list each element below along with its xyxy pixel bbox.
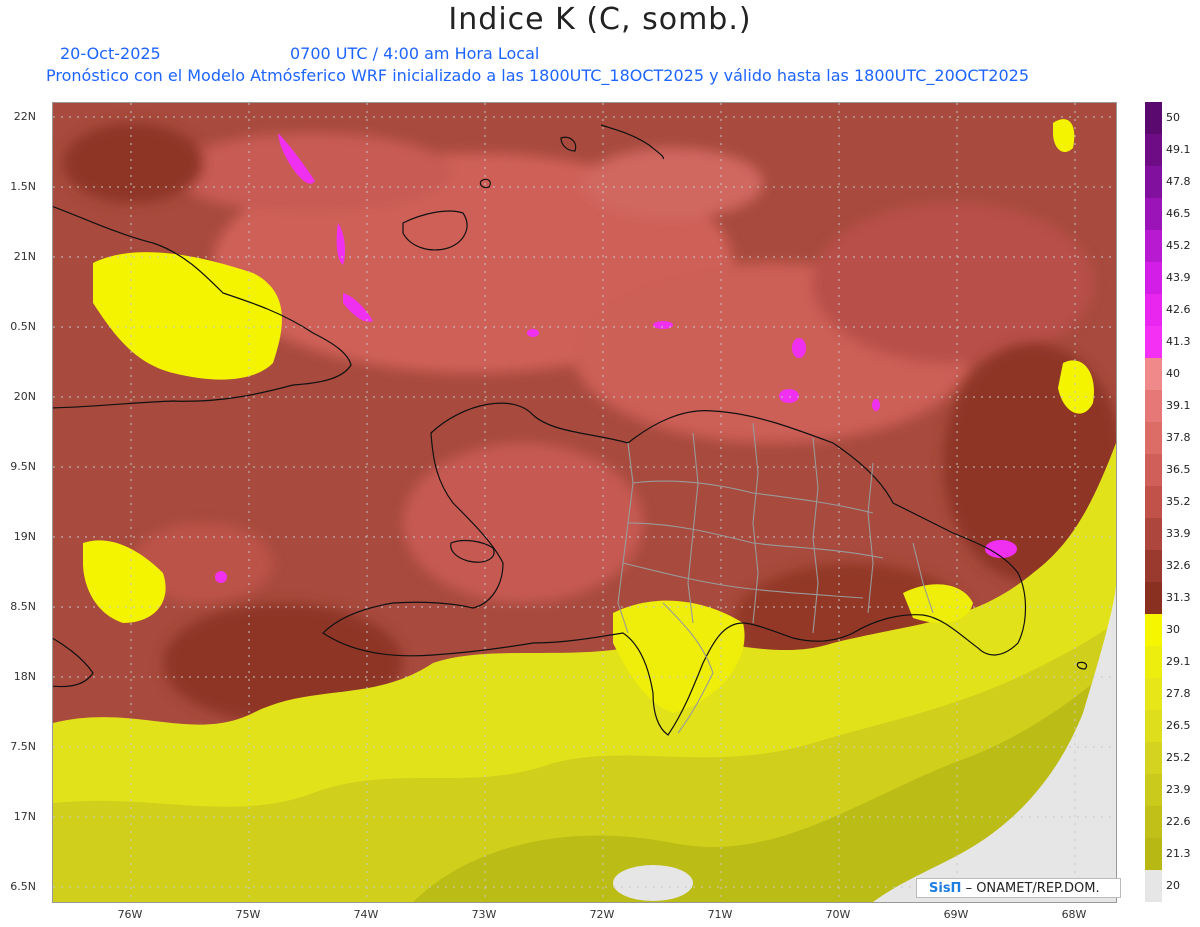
colorbar-swatch	[1145, 806, 1162, 838]
credit-box: SisΠ – ONAMET/REP.DOM.	[916, 878, 1121, 898]
lat-label: 9.5N	[10, 460, 36, 473]
sispi-logo: SisΠ	[929, 881, 962, 896]
colorbar-label: 50	[1166, 111, 1180, 124]
colorbar-label: 47.8	[1166, 175, 1191, 188]
colorbar-swatch	[1145, 198, 1162, 230]
colorbar-swatch	[1145, 134, 1162, 166]
colorbar-label: 30	[1166, 623, 1180, 636]
k-index-field	[53, 103, 1116, 902]
colorbar-label: 26.5	[1166, 719, 1191, 732]
colorbar-label: 40	[1166, 367, 1180, 380]
colorbar-label: 23.9	[1166, 783, 1191, 796]
lon-label: 71W	[707, 908, 733, 921]
lon-label: 68W	[1061, 908, 1087, 921]
forecast-date: 20-Oct-2025	[60, 44, 161, 63]
colorbar-swatch	[1145, 102, 1162, 134]
lat-label: 18N	[13, 670, 36, 683]
colorbar-swatch	[1145, 230, 1162, 262]
lon-label: 73W	[471, 908, 497, 921]
colorbar-swatch	[1145, 326, 1162, 358]
colorbar-swatch	[1145, 358, 1162, 390]
lat-label: 0.5N	[10, 320, 36, 333]
colorbar-swatch	[1145, 582, 1162, 614]
colorbar-label: 27.8	[1166, 687, 1191, 700]
lat-label: 1.5N	[10, 180, 36, 193]
colorbar-label: 39.1	[1166, 399, 1191, 412]
lat-label: 8.5N	[10, 600, 36, 613]
colorbar-label: 46.5	[1166, 207, 1191, 220]
model-description: Pronóstico con el Modelo Atmósferico WRF…	[46, 66, 1030, 85]
colorbar-label: 29.1	[1166, 655, 1191, 668]
colorbar-label: 41.3	[1166, 335, 1191, 348]
colorbar-swatch	[1145, 614, 1162, 646]
lat-label: 17N	[13, 810, 36, 823]
colorbar-swatch	[1145, 838, 1162, 870]
colorbar-label: 37.8	[1166, 431, 1191, 444]
lon-label: 70W	[825, 908, 851, 921]
colorbar-label: 20	[1166, 879, 1180, 892]
colorbar-label: 33.9	[1166, 527, 1191, 540]
colorbar-swatch	[1145, 646, 1162, 678]
colorbar-label: 22.6	[1166, 815, 1191, 828]
lon-label: 74W	[353, 908, 379, 921]
lon-label: 75W	[235, 908, 261, 921]
lat-label: 7.5N	[10, 740, 36, 753]
colorbar-label: 49.1	[1166, 143, 1191, 156]
colorbar-swatch	[1145, 486, 1162, 518]
map-title: Indice K (C, somb.)	[448, 2, 752, 37]
colorbar-label: 43.9	[1166, 271, 1191, 284]
colorbar-label: 35.2	[1166, 495, 1191, 508]
colorbar-label: 31.3	[1166, 591, 1191, 604]
colorbar-swatch	[1145, 550, 1162, 582]
colorbar-label: 32.6	[1166, 559, 1191, 572]
valid-time: 0700 UTC / 4:00 am Hora Local	[290, 44, 540, 63]
lat-label: 22N	[13, 110, 36, 123]
lon-label: 76W	[117, 908, 143, 921]
colorbar-swatch	[1145, 870, 1162, 902]
lon-label: 72W	[589, 908, 615, 921]
colorbar-swatch	[1145, 518, 1162, 550]
colorbar-label: 25.2	[1166, 751, 1191, 764]
colorbar-swatch	[1145, 262, 1162, 294]
colorbar-swatch	[1145, 454, 1162, 486]
map-area	[52, 102, 1117, 903]
colorbar-swatch	[1145, 678, 1162, 710]
colorbar-label: 42.6	[1166, 303, 1191, 316]
lat-label: 21N	[13, 250, 36, 263]
colorbar-label: 45.2	[1166, 239, 1191, 252]
colorbar-swatch	[1145, 422, 1162, 454]
colorbar-swatch	[1145, 390, 1162, 422]
credit-text: – ONAMET/REP.DOM.	[961, 881, 1100, 896]
lat-label: 20N	[13, 390, 36, 403]
lon-label: 69W	[943, 908, 969, 921]
lat-label: 19N	[13, 530, 36, 543]
colorbar-label: 36.5	[1166, 463, 1191, 476]
colorbar-swatch	[1145, 294, 1162, 326]
colorbar-label: 21.3	[1166, 847, 1191, 860]
colorbar-swatch	[1145, 774, 1162, 806]
lat-label: 6.5N	[10, 880, 36, 893]
colorbar-swatch	[1145, 166, 1162, 198]
colorbar-swatch	[1145, 742, 1162, 774]
colorbar-swatch	[1145, 710, 1162, 742]
